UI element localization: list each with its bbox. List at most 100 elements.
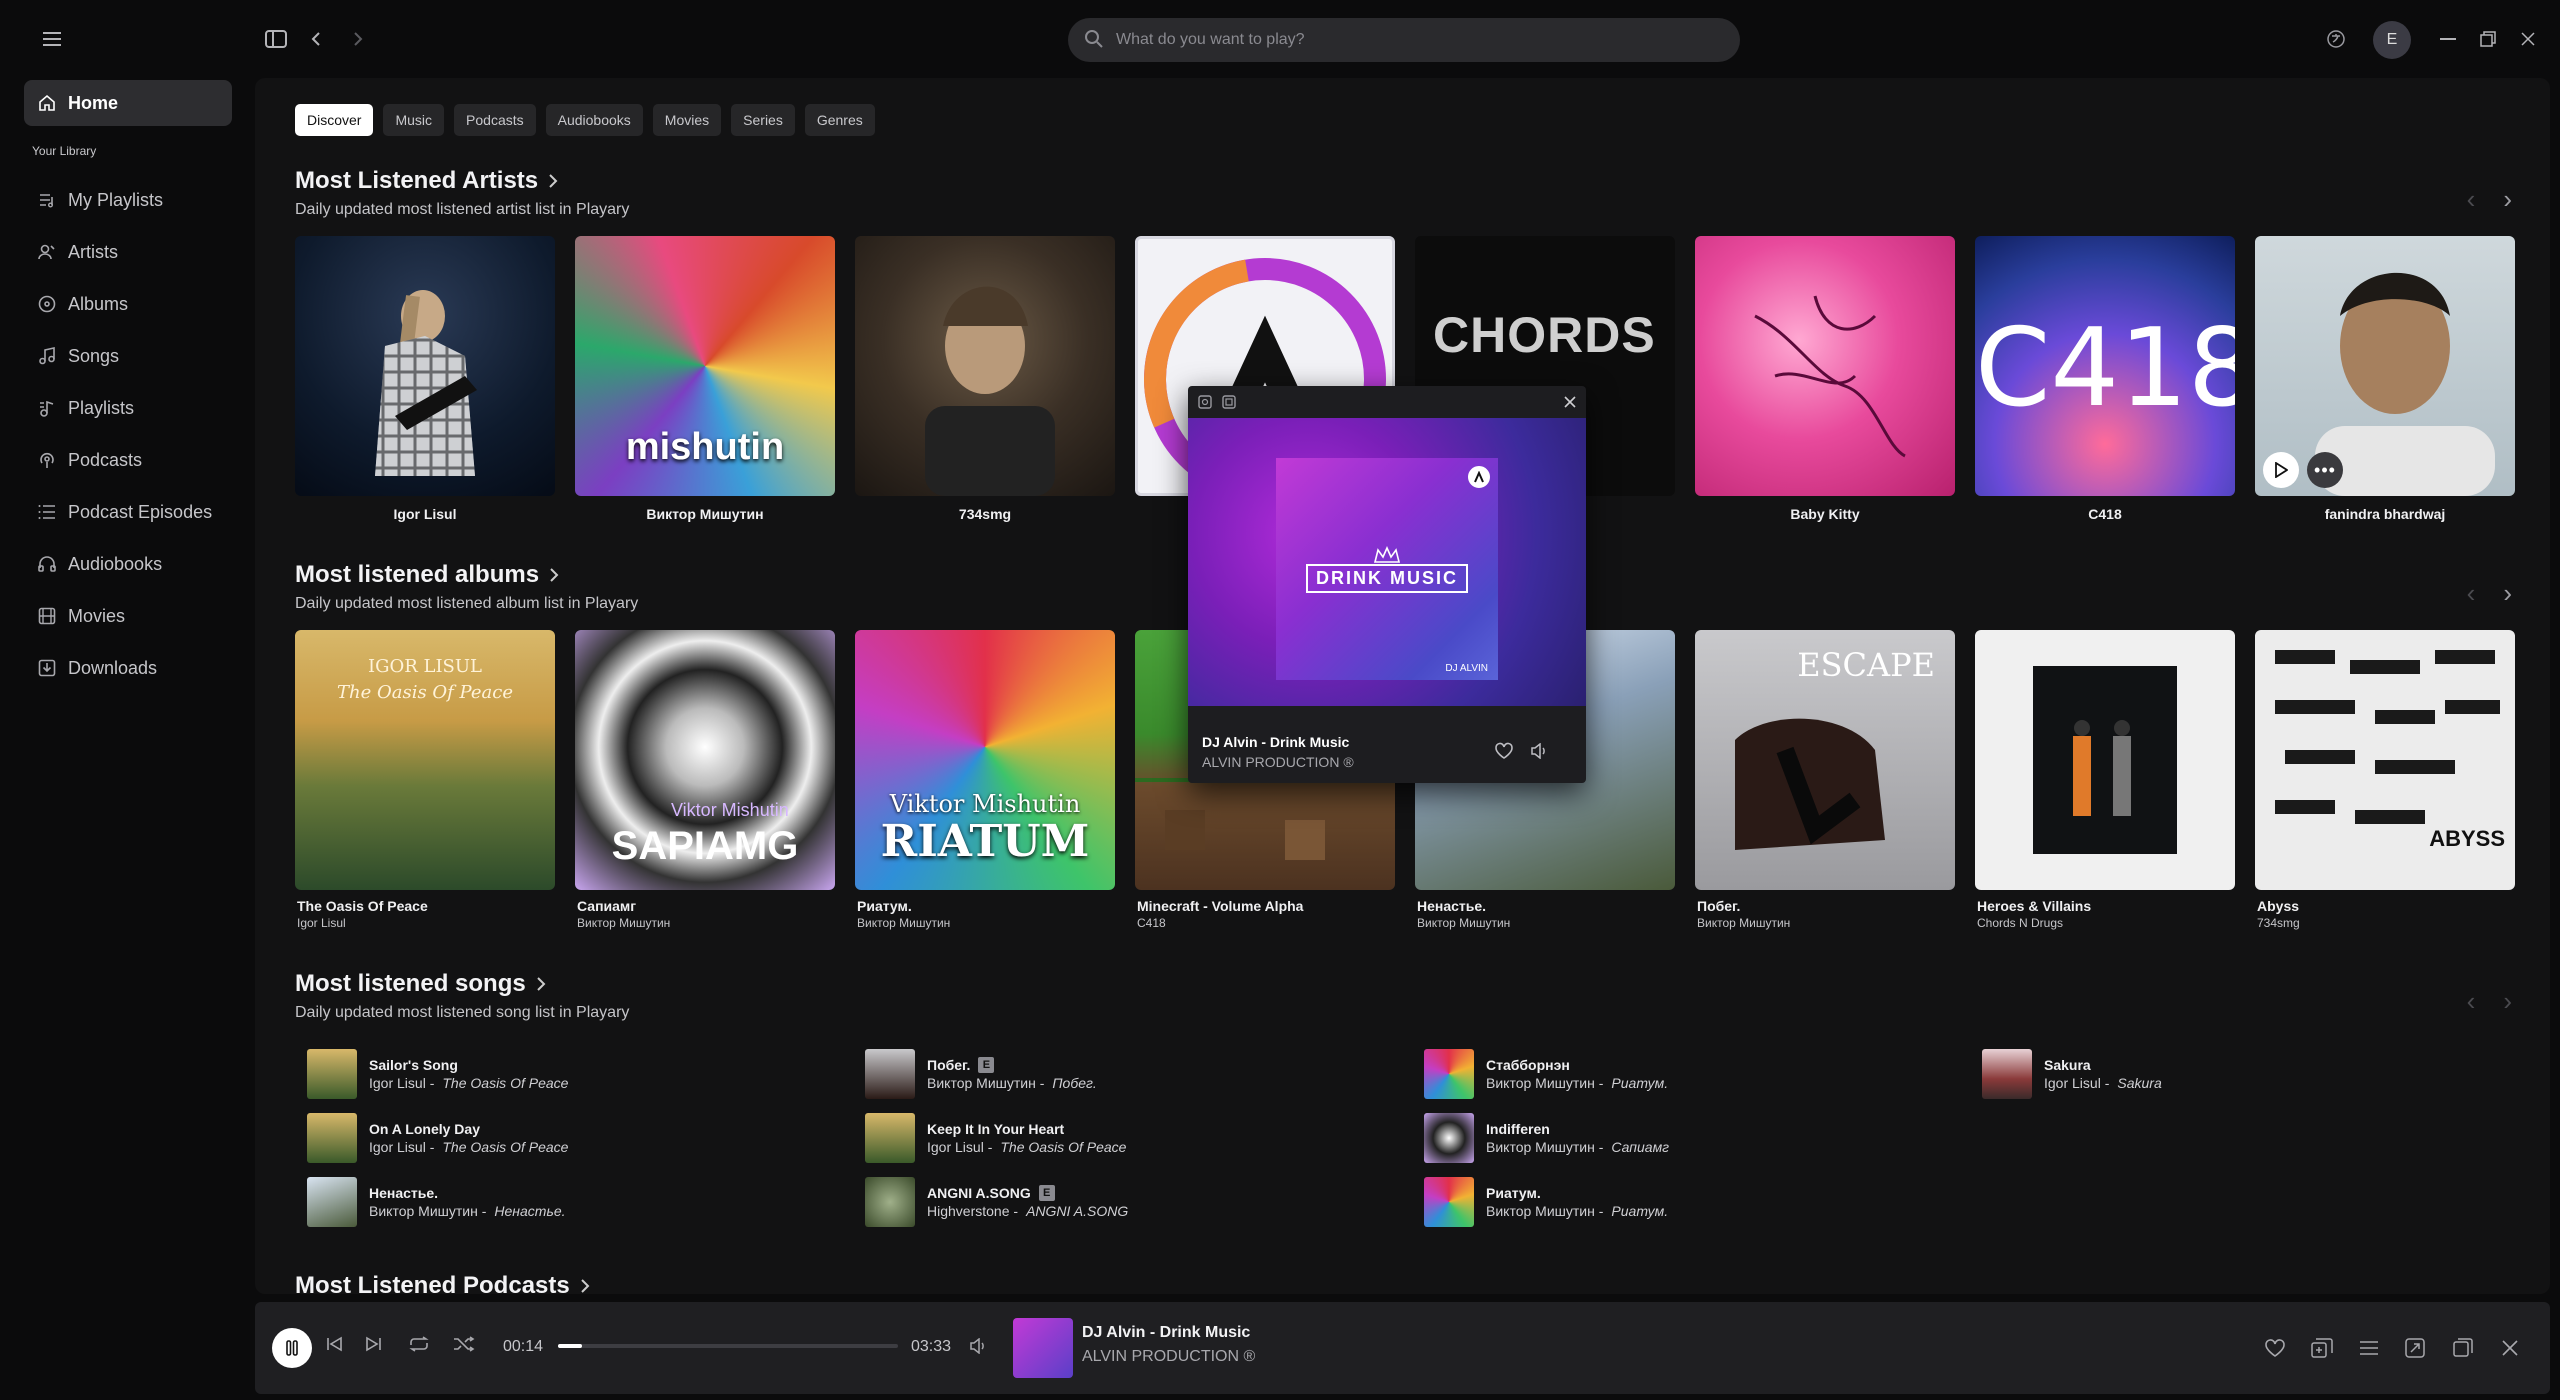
sidebar-item-home[interactable]: Home: [24, 80, 232, 126]
artist-card[interactable]: Baby Kitty: [1695, 236, 1955, 522]
sidebar-item-songs[interactable]: Songs: [24, 336, 232, 376]
tab-audiobooks[interactable]: Audiobooks: [545, 104, 643, 136]
song-album[interactable]: Побег.: [1052, 1075, 1096, 1091]
close-player-button[interactable]: [2502, 1340, 2518, 1356]
album-card[interactable]: ESCAPE Побег. Виктор Мишутин: [1695, 630, 1955, 930]
search-input[interactable]: [1116, 31, 1740, 49]
song-artist[interactable]: Igor Lisul: [369, 1139, 426, 1155]
album-card[interactable]: Viktor Mishutin SAPIAMG Сапиамг Виктор М…: [575, 630, 835, 930]
song-album[interactable]: The Oasis Of Peace: [442, 1139, 568, 1155]
song-item[interactable]: On A Lonely Day Igor Lisul - The Oasis Of…: [307, 1113, 568, 1163]
podcasts-section-title[interactable]: Most Listened Podcasts: [295, 1272, 590, 1294]
song-artist[interactable]: Виктор Мишутин: [1486, 1075, 1595, 1091]
sidebar-item-audiobooks[interactable]: Audiobooks: [24, 544, 232, 584]
play-button[interactable]: [2263, 452, 2299, 488]
song-item[interactable]: Риатум. Виктор Мишутин - Риатум.: [1424, 1177, 1668, 1227]
sidebar-item-playlists[interactable]: Playlists: [24, 388, 232, 428]
forward-icon[interactable]: [340, 21, 376, 57]
song-item[interactable]: Indifferen Виктор Мишутин - Сапиамг: [1424, 1113, 1669, 1163]
artist-card[interactable]: mishutin Виктор Мишутин: [575, 236, 835, 522]
tab-genres[interactable]: Genres: [804, 104, 875, 136]
sidebar-item-my-playlists[interactable]: My Playlists: [24, 180, 232, 220]
album-card[interactable]: Heroes & Villains Chords N Drugs: [1975, 630, 2235, 930]
song-artist[interactable]: Виктор Мишутин: [1486, 1203, 1595, 1219]
sidebar-toggle-icon[interactable]: [258, 21, 294, 57]
song-item[interactable]: Стабборнэн Виктор Мишутин - Риатум.: [1424, 1049, 1668, 1099]
tab-series[interactable]: Series: [731, 104, 795, 136]
song-item[interactable]: Ненастье. Виктор Мишутин - Ненастье.: [307, 1177, 566, 1227]
close-window-icon[interactable]: [2510, 21, 2546, 57]
song-artist[interactable]: Виктор Мишутин: [927, 1075, 1036, 1091]
queue-button[interactable]: [2359, 1340, 2379, 1356]
user-avatar[interactable]: E: [2373, 21, 2411, 59]
shuffle-button[interactable]: [453, 1336, 475, 1352]
like-button[interactable]: [2264, 1338, 2286, 1358]
carousel-prev-icon[interactable]: ‹: [2467, 580, 2476, 606]
album-card[interactable]: IGOR LISUL The Oasis Of Peace The Oasis …: [295, 630, 555, 930]
fullscreen-button[interactable]: [2405, 1338, 2425, 1358]
song-album[interactable]: Sakura: [2117, 1075, 2161, 1091]
artist-card[interactable]: ••• fanindra bhardwaj: [2255, 236, 2515, 522]
carousel-next-icon[interactable]: ›: [2503, 988, 2512, 1014]
sidebar-item-albums[interactable]: Albums: [24, 284, 232, 324]
minimize-icon[interactable]: [2430, 21, 2466, 57]
now-playing-title[interactable]: DJ Alvin - Drink Music: [1082, 1324, 1250, 1342]
album-card[interactable]: Viktor Mishutin RIATUM Риатум. Виктор Ми…: [855, 630, 1115, 930]
song-album[interactable]: Ненастье.: [494, 1203, 565, 1219]
more-options-button[interactable]: •••: [2307, 452, 2343, 488]
artist-card[interactable]: Igor Lisul: [295, 236, 555, 522]
now-playing-artist[interactable]: ALVIN PRODUCTION ®: [1082, 1348, 1255, 1366]
song-artist[interactable]: Igor Lisul: [369, 1075, 426, 1091]
carousel-prev-icon[interactable]: ‹: [2467, 988, 2476, 1014]
volume-button[interactable]: [969, 1338, 987, 1354]
song-item[interactable]: Keep It In Your Heart Igor Lisul - The Oa…: [865, 1113, 1126, 1163]
song-item[interactable]: Побег. E Виктор Мишутин - Побег.: [865, 1049, 1097, 1099]
pause-button[interactable]: [272, 1328, 312, 1368]
song-item[interactable]: Sakura Igor Lisul - Sakura: [1982, 1049, 2162, 1099]
song-album[interactable]: Риатум.: [1611, 1075, 1668, 1091]
song-artist[interactable]: Igor Lisul: [927, 1139, 984, 1155]
artist-card[interactable]: C418 C418: [1975, 236, 2235, 522]
back-icon[interactable]: [298, 21, 334, 57]
restore-icon[interactable]: [2470, 21, 2506, 57]
tab-discover[interactable]: Discover: [295, 104, 374, 136]
artists-section-title[interactable]: Most Listened Artists: [295, 167, 558, 195]
menu-icon[interactable]: [34, 21, 70, 57]
albums-section-title[interactable]: Most listened albums: [295, 561, 559, 589]
song-item[interactable]: Sailor's Song Igor Lisul - The Oasis Of P…: [307, 1049, 568, 1099]
carousel-next-icon[interactable]: ›: [2503, 580, 2512, 606]
now-playing-artwork[interactable]: [1013, 1318, 1073, 1378]
translate-icon[interactable]: [2318, 21, 2354, 57]
artist-card[interactable]: 734smg: [855, 236, 1115, 522]
sidebar-item-artists[interactable]: Artists: [24, 232, 232, 272]
expand-icon[interactable]: [1198, 395, 1212, 409]
next-button[interactable]: [365, 1336, 383, 1352]
song-artist[interactable]: Highverstone: [927, 1203, 1010, 1219]
sidebar-item-podcasts[interactable]: Podcasts: [24, 440, 232, 480]
repeat-button[interactable]: [408, 1336, 430, 1352]
tab-movies[interactable]: Movies: [652, 104, 722, 136]
song-album[interactable]: The Oasis Of Peace: [442, 1075, 568, 1091]
song-album[interactable]: Сапиамг: [1611, 1139, 1669, 1155]
carousel-prev-icon[interactable]: ‹: [2467, 186, 2476, 212]
album-card[interactable]: ABYSS Abyss 734smg: [2255, 630, 2515, 930]
song-artist[interactable]: Виктор Мишутин: [369, 1203, 478, 1219]
song-album[interactable]: ANGNI A.SONG: [1026, 1203, 1128, 1219]
close-icon[interactable]: [1564, 396, 1576, 408]
volume-icon[interactable]: [1530, 743, 1548, 759]
progress-bar[interactable]: [558, 1344, 898, 1348]
search-bar[interactable]: [1068, 18, 1740, 62]
song-item[interactable]: ANGNI A.SONG E Highverstone - ANGNI A.SONG: [865, 1177, 1128, 1227]
carousel-next-icon[interactable]: ›: [2503, 186, 2512, 212]
sidebar-item-movies[interactable]: Movies: [24, 596, 232, 636]
previous-button[interactable]: [325, 1336, 343, 1352]
tab-podcasts[interactable]: Podcasts: [454, 104, 536, 136]
song-album[interactable]: The Oasis Of Peace: [1000, 1139, 1126, 1155]
tab-music[interactable]: Music: [383, 104, 445, 136]
heart-icon[interactable]: [1494, 742, 1514, 760]
song-artist[interactable]: Виктор Мишутин: [1486, 1139, 1595, 1155]
song-album[interactable]: Риатум.: [1611, 1203, 1668, 1219]
mini-player-button[interactable]: [2453, 1338, 2473, 1358]
sidebar-item-downloads[interactable]: Downloads: [24, 648, 232, 688]
pin-icon[interactable]: [1222, 395, 1236, 409]
